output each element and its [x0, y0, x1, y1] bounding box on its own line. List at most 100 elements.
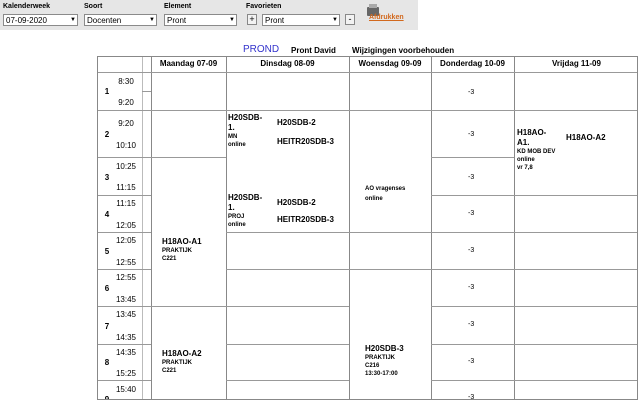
period-2-end: 10:10 [115, 141, 137, 150]
grid-line [98, 269, 151, 270]
thursday-marker: -3 [468, 394, 475, 400]
grid-line [349, 57, 350, 399]
grid-line [98, 72, 637, 73]
kalenderweek-value: 07-09-2020 [6, 16, 47, 25]
lesson-type: PRAKTIJK [365, 355, 396, 361]
thursday-marker: -3 [468, 247, 475, 254]
lesson-group[interactable]: HEITR20SDB-3 [277, 137, 334, 146]
grid-line [431, 57, 432, 399]
lesson-room: online [517, 157, 535, 163]
grid-line [98, 380, 151, 381]
grid-line [514, 57, 515, 399]
lesson-time: 13:30-17:00 [365, 371, 398, 377]
remove-favorite-button[interactable]: - [345, 14, 355, 25]
period-3-start: 10:25 [115, 162, 137, 171]
grid-line [226, 57, 227, 399]
thursday-marker: -3 [468, 321, 475, 328]
grid-line [514, 195, 637, 196]
lesson-note: vr 7,8 [517, 165, 533, 171]
kalenderweek-select[interactable]: 07-09-2020 ▼ [3, 14, 78, 26]
period-4-start: 11:15 [116, 199, 136, 208]
grid-line [226, 344, 349, 345]
lesson-room: C221 [162, 368, 177, 374]
soort-label: Soort [84, 3, 103, 10]
period-9-start: 15:40 [115, 385, 137, 394]
lesson-group[interactable]: H20SDB-2 [277, 118, 316, 127]
day-header-wednesday: Woensdag 09-09 [358, 59, 422, 68]
lesson-friday[interactable]: H18AO- A1. KD MOB DEV online vr 7,8 [517, 128, 555, 172]
soort-select[interactable]: Docenten ▼ [84, 14, 157, 26]
grid-line [98, 110, 637, 111]
thursday-marker: -3 [468, 358, 475, 365]
grid-line [349, 232, 431, 233]
lesson-type: MN [228, 134, 238, 140]
grid-line [151, 57, 152, 399]
element-label: Element [164, 3, 192, 10]
chevron-down-icon: ▼ [149, 17, 155, 23]
grid-line [142, 91, 151, 92]
chevron-down-icon: ▼ [70, 17, 76, 23]
thursday-marker: -3 [468, 131, 475, 138]
grid-line [431, 269, 637, 270]
period-8-end: 15:25 [115, 369, 137, 378]
lesson-tuesday-b[interactable]: H20SDB- 1. PROJ online [228, 193, 262, 229]
element-group: Element Pront ▼ [164, 2, 237, 26]
period-1-num: 1 [104, 87, 110, 96]
lesson-room: C221 [162, 256, 177, 262]
grid-line [226, 306, 349, 307]
grid-line [349, 269, 431, 270]
grid-line [431, 306, 637, 307]
favorieten-group: Favorieten [246, 2, 281, 11]
period-9-num: 9 [104, 395, 110, 400]
lesson-tuesday-a[interactable]: H20SDB- 1. MN online [228, 113, 262, 149]
lesson-wednesday-a[interactable]: AO vragenses online [365, 185, 405, 203]
period-4-num: 4 [104, 210, 110, 219]
lesson-monday-a[interactable]: H18AO-A1 PRAKTIJK C221 [162, 237, 202, 263]
favorieten-value: Pront [265, 16, 285, 25]
thursday-marker: -3 [468, 284, 475, 291]
thursday-marker: -3 [468, 89, 475, 96]
kalenderweek-label: Kalenderweek [3, 3, 51, 10]
lesson-title: AO vragenses [365, 186, 406, 192]
lesson-group[interactable]: H20SDB-2 [277, 198, 316, 207]
lesson-monday-b[interactable]: H18AO-A2 PRAKTIJK C221 [162, 349, 202, 375]
period-6-start: 12:55 [115, 273, 137, 282]
lesson-code: H20SDB-3 [365, 344, 404, 353]
lesson-wednesday-b[interactable]: H20SDB-3 PRAKTIJK C216 13:30-17:00 [365, 344, 404, 378]
grid-line [431, 344, 637, 345]
lesson-code: H18AO-A1 [162, 237, 202, 246]
period-3-num: 3 [104, 173, 110, 182]
period-2-start: 9:20 [118, 119, 134, 128]
period-4-end: 12:05 [115, 221, 137, 230]
grid-line [151, 157, 226, 158]
grid-line [98, 306, 226, 307]
add-favorite-button[interactable]: + [247, 14, 257, 25]
chevron-down-icon: ▼ [332, 17, 338, 23]
soort-group: Soort Docenten ▼ [84, 2, 157, 26]
thursday-marker: -3 [468, 174, 475, 181]
print-label: Afdrukken [369, 14, 404, 21]
thursday-marker: -3 [468, 210, 475, 217]
day-header-tuesday: Dinsdag 08-09 [260, 59, 315, 68]
favorieten-select[interactable]: Pront ▼ [262, 14, 340, 26]
lesson-code: H20SDB- [228, 113, 263, 122]
lesson-group[interactable]: H18AO-A2 [566, 133, 606, 142]
lesson-room: online [228, 222, 246, 228]
period-6-end: 13:45 [115, 295, 137, 304]
grid-line [98, 195, 151, 196]
lesson-room: online [365, 196, 383, 202]
lesson-group[interactable]: HEITR20SDB-3 [277, 215, 334, 224]
day-header-friday: Vrijdag 11-09 [552, 59, 601, 68]
period-7-start: 13:45 [115, 310, 137, 319]
element-select[interactable]: Pront ▼ [164, 14, 237, 26]
teacher-code: PROND [243, 44, 280, 55]
chevron-down-icon: ▼ [229, 17, 235, 23]
teacher-name: Pront David [291, 46, 336, 55]
grid-line [226, 232, 349, 233]
lesson-room: online [228, 142, 246, 148]
lesson-code: H18AO-A2 [162, 349, 202, 358]
grid-line [431, 195, 514, 196]
period-5-num: 5 [104, 247, 110, 256]
timetable: Maandag 07-09 Dinsdag 08-09 Woensdag 09-… [97, 56, 638, 400]
period-1-end: 9:20 [118, 98, 134, 107]
